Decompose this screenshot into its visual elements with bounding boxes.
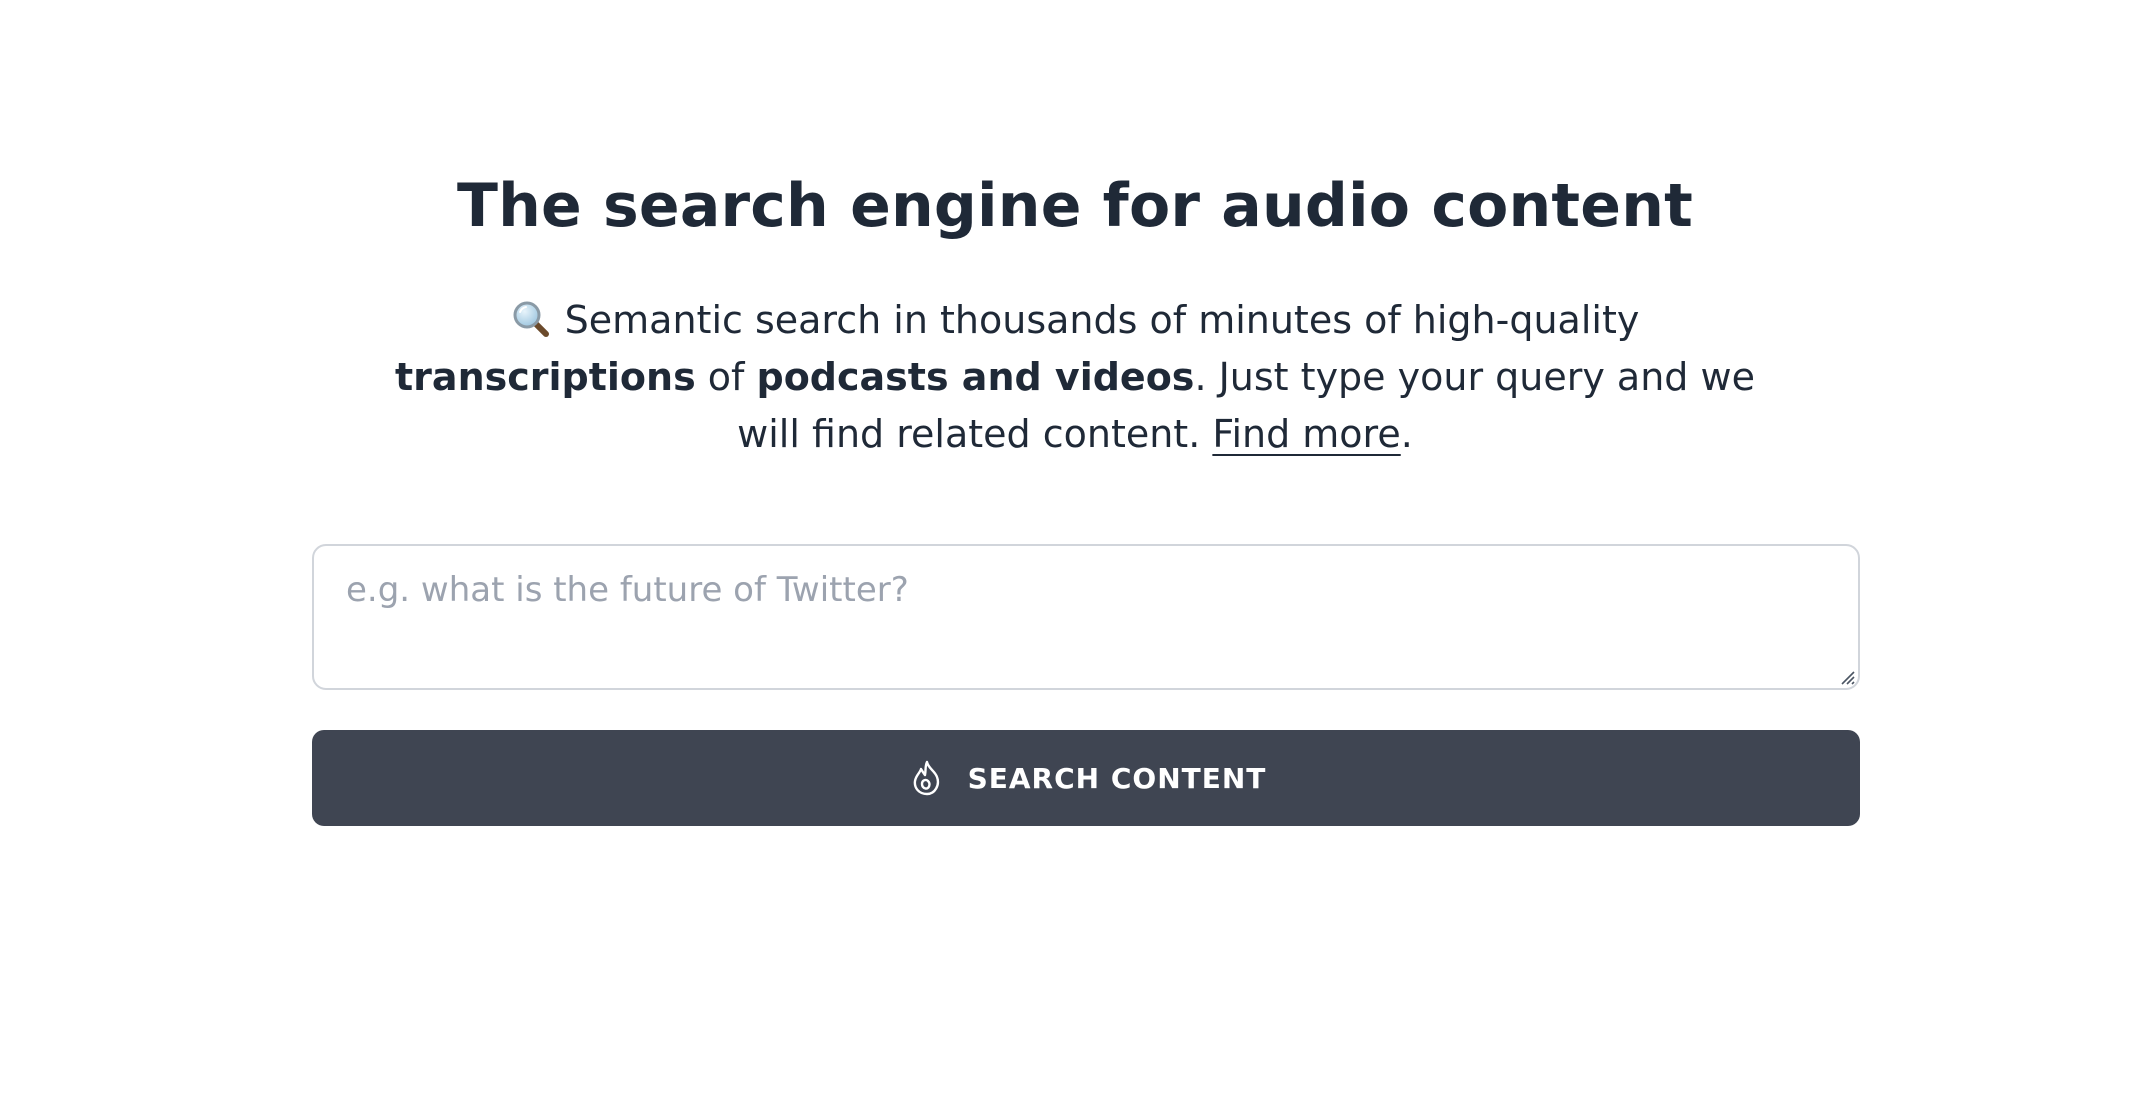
page-title: The search engine for audio content [456, 171, 1693, 241]
description-text: of [695, 355, 757, 399]
resize-handle-icon[interactable] [1836, 666, 1856, 686]
description-emphasis-podcasts: podcasts and videos [756, 355, 1195, 399]
find-more-link[interactable]: Find more [1212, 412, 1400, 456]
description-emphasis-transcriptions: transcriptions [395, 355, 696, 399]
flame-icon [906, 757, 948, 799]
search-query-box [312, 544, 1860, 690]
search-button-label: SEARCH CONTENT [967, 761, 1267, 795]
magnifying-glass-icon [511, 298, 551, 338]
page: The search engine for audio content Sema… [0, 0, 2150, 1117]
description-text: Semantic search in thousands of minutes … [564, 298, 1640, 342]
hero-description: Semantic search in thousands of minutes … [370, 292, 1780, 463]
search-content-button[interactable]: SEARCH CONTENT [312, 730, 1860, 826]
description-text: . [1400, 412, 1413, 456]
search-query-input[interactable] [314, 546, 1858, 688]
